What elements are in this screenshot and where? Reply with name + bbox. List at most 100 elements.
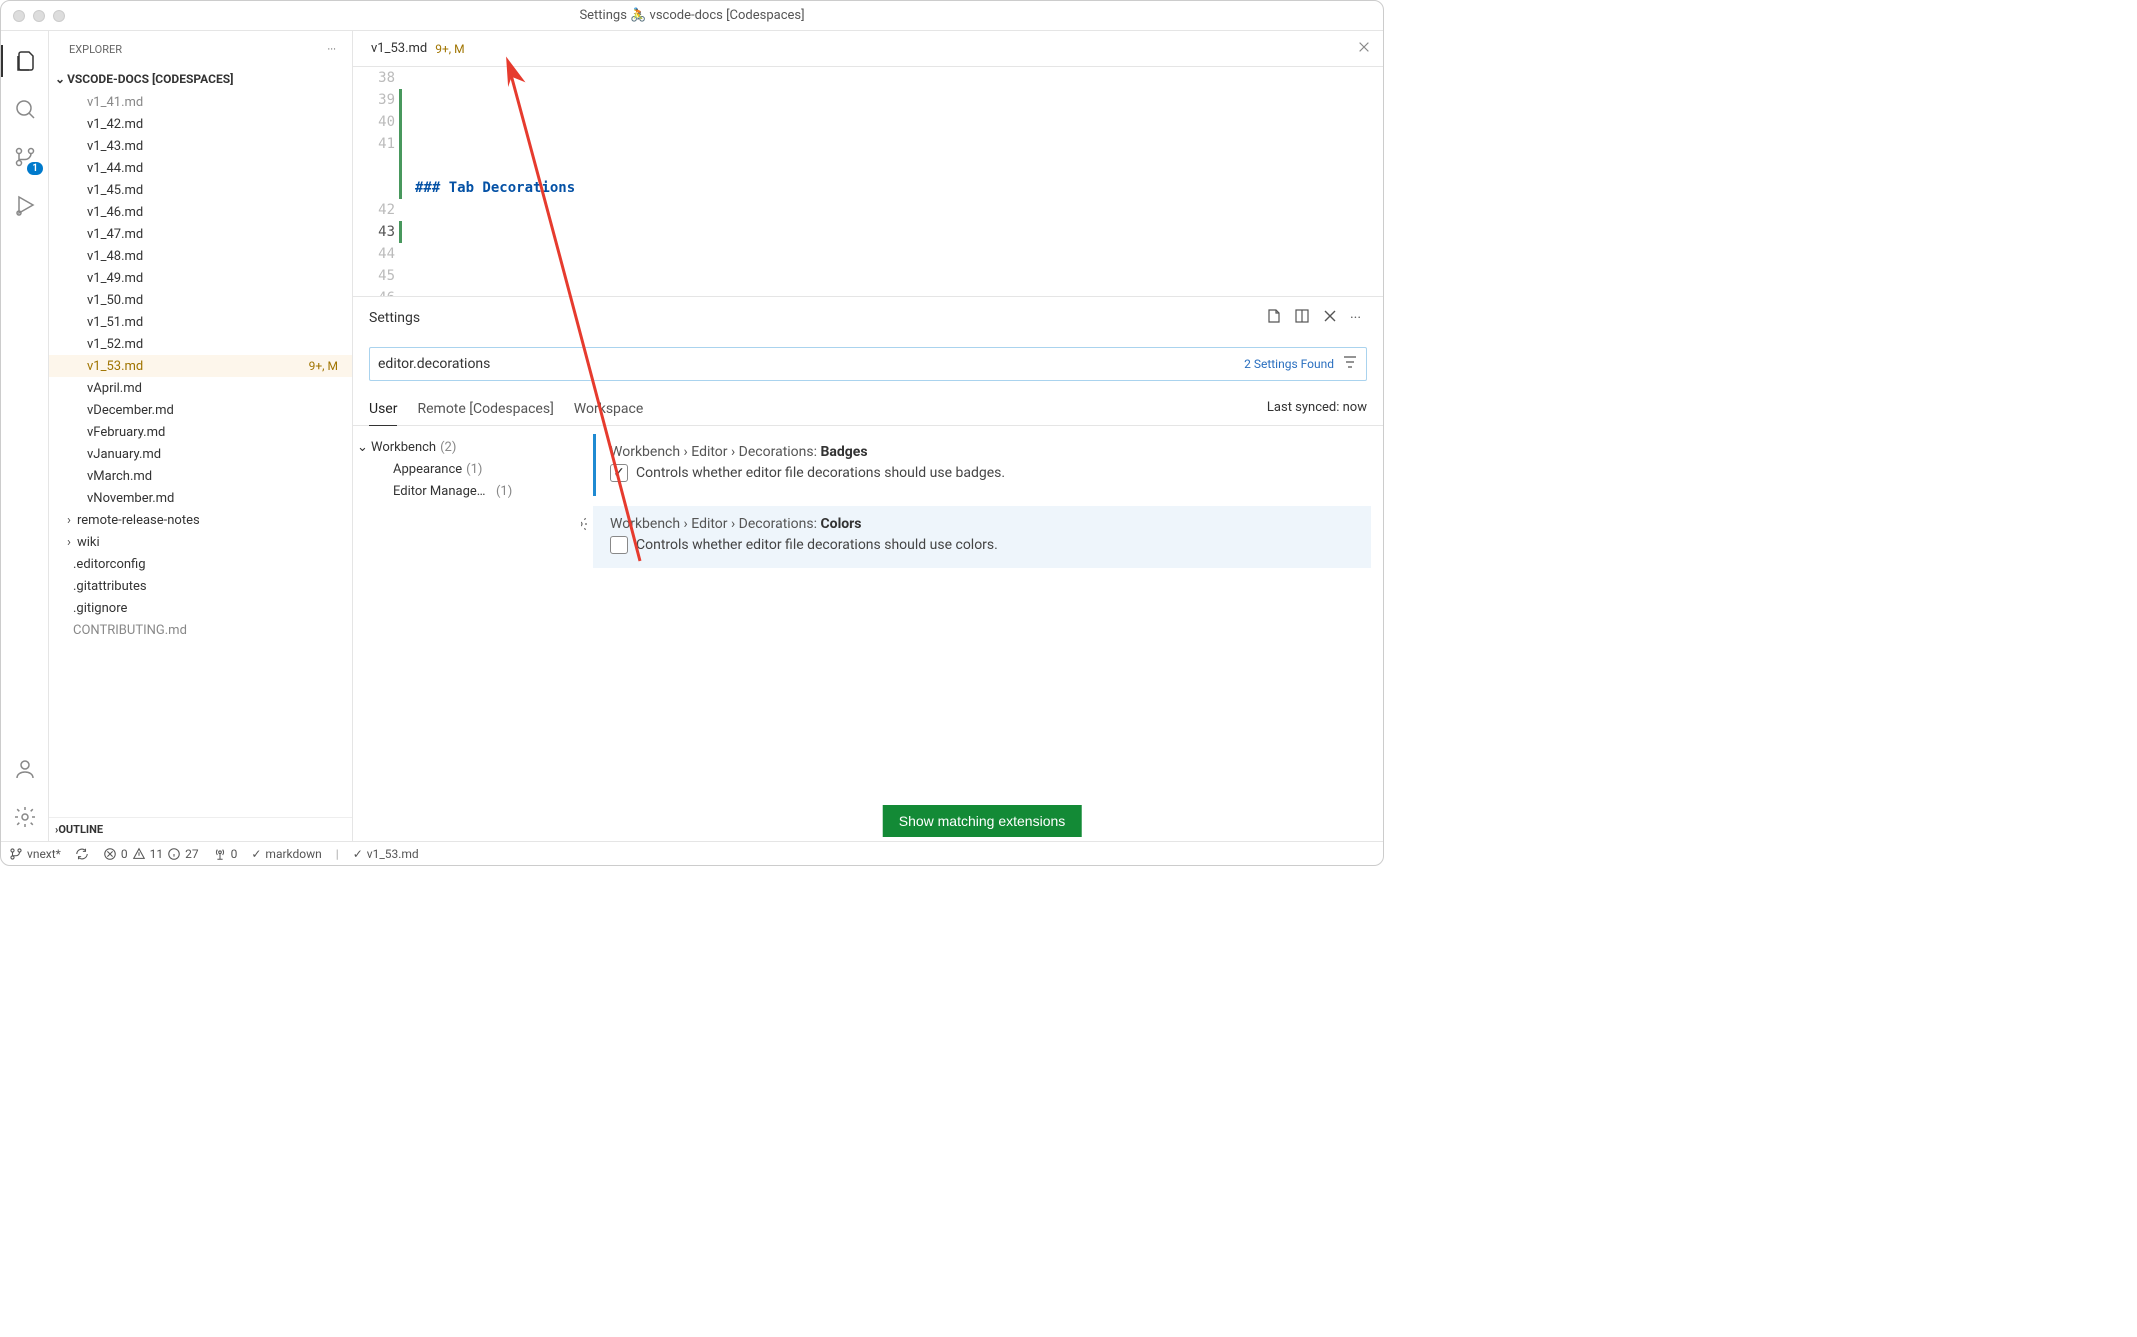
editor-tab-filename: v1_53.md [371,41,427,56]
filter-icon [1342,354,1358,370]
titlebar: Settings 🚴 vscode-docs [Codespaces] [1,1,1383,31]
file-item[interactable]: v1_49.md [49,267,352,289]
settings-scope-tabs: User Remote [Codespaces] Workspace Last … [353,389,1383,426]
file-item[interactable]: v1_41.md [49,91,352,113]
file-item[interactable]: v1_48.md [49,245,352,267]
chevron-right-icon: › [61,535,77,550]
setting-title: Workbench › Editor › Decorations: Colors [610,516,1357,532]
sidebar-title: EXPLORER [69,43,122,56]
toc-item-appearance[interactable]: Appearance(1) [361,458,573,480]
file-item[interactable]: vFebruary.md [49,421,352,443]
close-icon [1322,308,1338,324]
settings-search-input[interactable] [378,356,1236,372]
close-window-button[interactable] [13,10,25,22]
settings-items-list[interactable]: Workbench › Editor › Decorations: Badges… [581,426,1383,841]
settings-found-label: 2 Settings Found [1244,357,1334,371]
editor-tabs-row: v1_53.md 9+, M [353,31,1383,67]
status-breadcrumb[interactable]: ✓ v1_53.md [353,847,419,861]
file-item[interactable]: vNovember.md [49,487,352,509]
show-matching-extensions-button[interactable]: Show matching extensions [883,805,1082,837]
settings-activity[interactable] [1,793,49,841]
file-item[interactable]: v1_50.md [49,289,352,311]
explorer-sidebar: EXPLORER ··· ⌄ VSCODE-DOCS [CODESPACES] … [49,31,353,841]
file-item[interactable]: v1_47.md [49,223,352,245]
status-language[interactable]: ✓ markdown [251,847,321,861]
file-item[interactable]: vDecember.md [49,399,352,421]
source-control-activity[interactable]: 1 [1,133,49,181]
status-problems[interactable]: 0 11 27 [103,847,199,861]
status-sync[interactable] [75,847,89,861]
file-item[interactable]: .editorconfig [49,553,352,575]
debug-icon [13,193,37,217]
sync-status-label: Last synced: now [1267,400,1367,421]
maximize-window-button[interactable] [53,10,65,22]
file-item[interactable]: v1_45.md [49,179,352,201]
editor-tab-status: 9+, M [435,42,464,56]
settings-panel: Settings ··· 2 Settings Found [353,297,1383,841]
status-separator: | [336,847,339,861]
file-item[interactable]: v1_44.md [49,157,352,179]
file-item[interactable]: .gitignore [49,597,352,619]
file-item[interactable]: v1_46.md [49,201,352,223]
gear-icon [13,805,37,829]
code-content[interactable]: ### Tab Decorations Two new settings all… [403,67,1383,296]
minimize-window-button[interactable] [33,10,45,22]
accounts-activity[interactable] [1,745,49,793]
setting-item-colors[interactable]: Workbench › Editor › Decorations: Colors… [593,506,1371,568]
scm-badge: 1 [27,162,43,175]
search-activity[interactable] [1,85,49,133]
file-item-active[interactable]: v1_53.md 9+, M [49,355,352,377]
split-editor-button[interactable] [1288,304,1316,332]
setting-checkbox[interactable] [610,464,628,482]
setting-gear-button[interactable] [581,516,588,536]
run-debug-activity[interactable] [1,181,49,229]
outline-section-header[interactable]: › OUTLINE [49,817,352,841]
filter-settings-button[interactable] [1342,354,1358,374]
settings-search-box[interactable]: 2 Settings Found [369,347,1367,381]
file-item[interactable]: v1_52.md [49,333,352,355]
file-item[interactable]: vMarch.md [49,465,352,487]
file-tree[interactable]: v1_41.md v1_42.md v1_43.md v1_44.md v1_4… [49,91,352,817]
setting-checkbox[interactable] [610,536,628,554]
file-item[interactable]: vApril.md [49,377,352,399]
radio-tower-icon [213,847,227,861]
sidebar-header: EXPLORER ··· [49,31,352,67]
close-editor-button[interactable] [1353,36,1375,62]
settings-title: Settings [369,310,1260,326]
file-item[interactable]: v1_42.md [49,113,352,135]
folder-item[interactable]: ›remote-release-notes [49,509,352,531]
file-item[interactable]: .gitattributes [49,575,352,597]
status-ports[interactable]: 0 [213,847,238,861]
file-item[interactable]: vJanuary.md [49,443,352,465]
status-bar: vnext* 0 11 27 0 ✓ markdown | ✓ v1_53.md [1,841,1383,865]
file-item[interactable]: v1_43.md [49,135,352,157]
traffic-lights [1,10,65,22]
file-item[interactable]: CONTRIBUTING.md [49,619,352,641]
settings-tab-user[interactable]: User [369,395,397,426]
workspace-folder-header[interactable]: ⌄ VSCODE-DOCS [CODESPACES] [49,67,352,91]
toc-item-workbench[interactable]: ⌄ Workbench(2) [361,436,573,458]
close-settings-button[interactable] [1316,304,1344,332]
settings-toc[interactable]: ⌄ Workbench(2) Appearance(1) Editor Mana… [353,426,581,841]
warning-icon [132,847,146,861]
open-settings-json-button[interactable] [1260,304,1288,332]
toc-item-editor-management[interactable]: Editor Manage… (1) [361,480,573,502]
setting-item-badges[interactable]: Workbench › Editor › Decorations: Badges… [593,434,1371,496]
file-item[interactable]: v1_51.md [49,311,352,333]
sidebar-more-icon[interactable]: ··· [327,43,336,56]
open-file-icon [1266,308,1282,324]
settings-tab-workspace[interactable]: Workspace [574,395,644,425]
more-actions-button[interactable]: ··· [1344,306,1367,330]
search-icon [13,97,37,121]
code-editor[interactable]: 38 39 40 41 42 43 44 45 46 47 ### Tab De… [353,67,1383,297]
chevron-down-icon: ⌄ [357,440,371,455]
branch-icon [9,847,23,861]
setting-description: Controls whether editor file decorations… [636,537,998,553]
outline-label: OUTLINE [58,823,103,836]
status-branch[interactable]: vnext* [9,847,61,861]
account-icon [13,757,37,781]
folder-item[interactable]: ›wiki [49,531,352,553]
editor-tab[interactable]: v1_53.md 9+, M [361,31,475,67]
explorer-activity[interactable] [1,37,49,85]
settings-tab-remote[interactable]: Remote [Codespaces] [417,395,553,425]
